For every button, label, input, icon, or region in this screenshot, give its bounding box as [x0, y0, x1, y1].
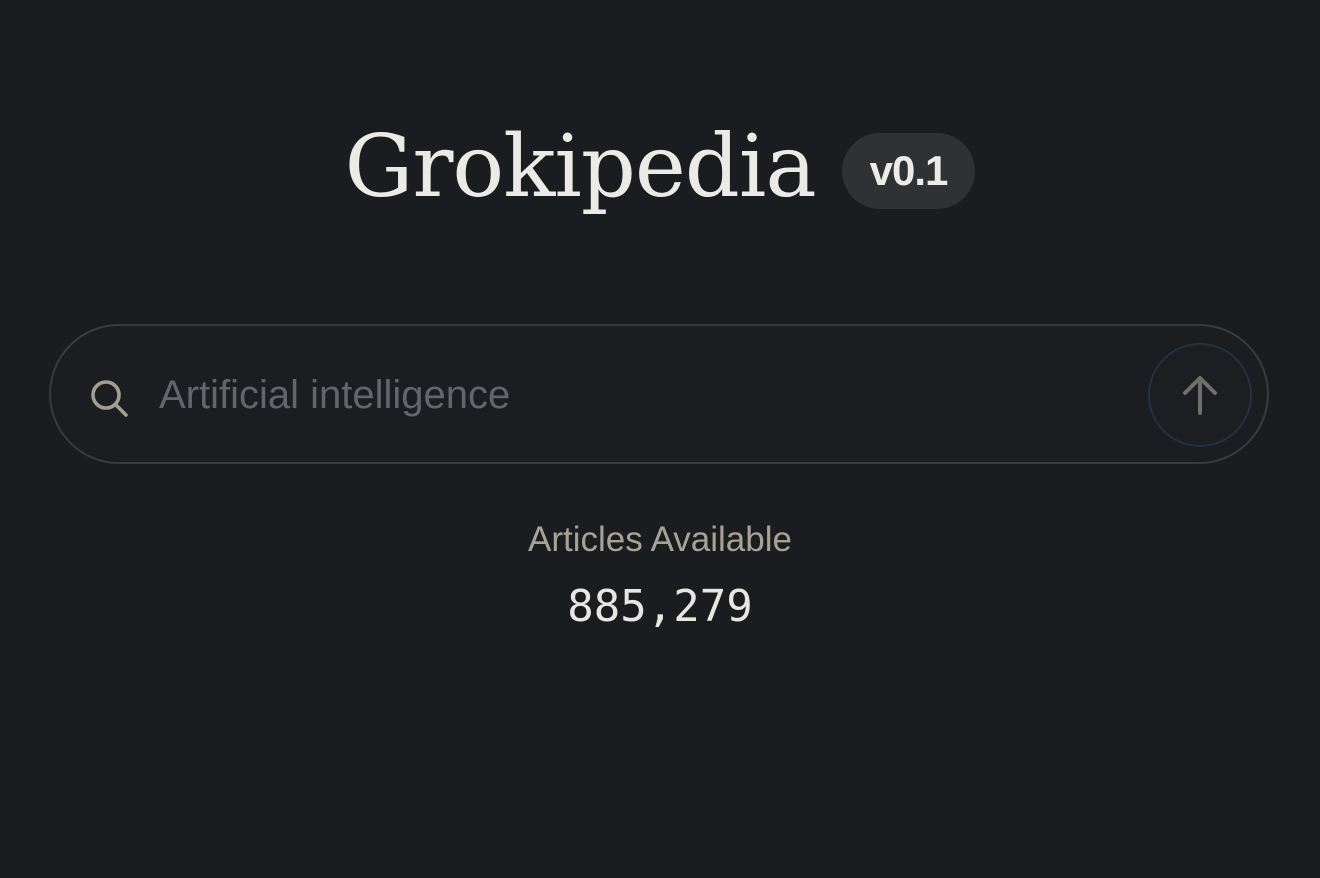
search-bar[interactable] — [49, 324, 1269, 464]
title-row: Grokipedia v0.1 — [0, 112, 1320, 232]
articles-available-label: Articles Available — [528, 520, 792, 559]
article-stats: Articles Available 885,279 — [0, 514, 1320, 638]
site-logo[interactable]: Grokipedia — [345, 124, 817, 210]
submit-search-button[interactable] — [1148, 343, 1252, 447]
arrow-up-icon — [1178, 373, 1222, 417]
search-input[interactable] — [159, 366, 1119, 424]
version-badge: v0.1 — [841, 133, 976, 209]
search-icon — [87, 376, 131, 420]
articles-count: 885,279 — [567, 581, 753, 632]
